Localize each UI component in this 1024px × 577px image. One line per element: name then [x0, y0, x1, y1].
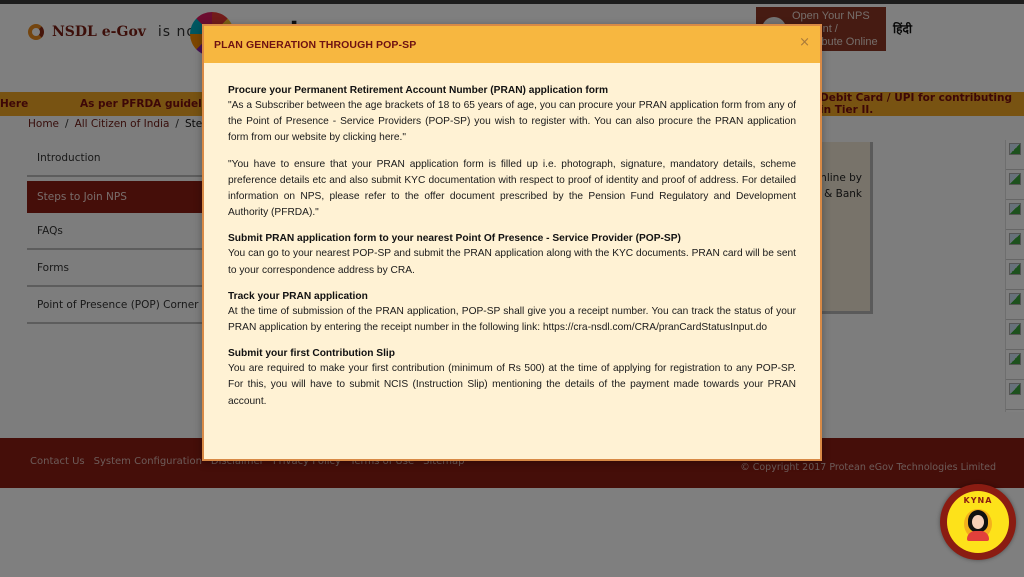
modal-section-submit-pran: Submit PRAN application form to your nea… [228, 231, 796, 278]
kyna-avatar: KYNA [947, 491, 1009, 553]
section-heading: Submit your first Contribution Slip [228, 348, 395, 360]
section-paragraph: You can go to your nearest POP-SP and su… [228, 248, 796, 276]
modal-body: Procure your Permanent Retirement Accoun… [204, 63, 820, 410]
section-heading: Procure your Permanent Retirement Accoun… [228, 85, 609, 96]
avatar-shirt-icon [967, 531, 989, 541]
section-paragraph: "You have to ensure that your PRAN appli… [228, 158, 796, 219]
modal-header: PLAN GENERATION THROUGH POP-SP × [204, 26, 820, 63]
section-heading: Submit PRAN application form to your nea… [228, 233, 681, 245]
section-heading: Track your PRAN application [228, 290, 368, 302]
avatar-face-icon [972, 515, 984, 529]
modal-section-first-contribution: Submit your first Contribution Slip You … [228, 346, 796, 410]
section-paragraph: You are required to make your first cont… [228, 363, 796, 407]
section-paragraph: "As a Subscriber between the age bracket… [228, 100, 796, 144]
modal-section-procure-pran: Procure your Permanent Retirement Accoun… [228, 83, 796, 221]
modal-section-track-pran: Track your PRAN application At the time … [228, 289, 796, 336]
kyna-label: KYNA [963, 496, 993, 505]
section-paragraph: At the time of submission of the PRAN ap… [228, 305, 796, 334]
close-icon[interactable]: × [799, 36, 810, 49]
kyna-chatbot-button[interactable]: KYNA [940, 484, 1016, 560]
modal-title: PLAN GENERATION THROUGH POP-SP [214, 38, 417, 51]
plan-generation-modal: PLAN GENERATION THROUGH POP-SP × Procure… [202, 24, 822, 461]
